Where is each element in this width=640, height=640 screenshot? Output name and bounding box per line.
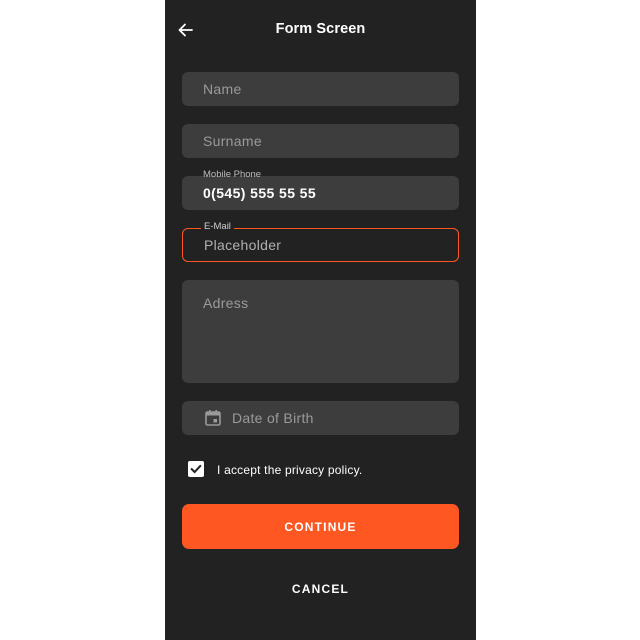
calendar-icon <box>205 410 221 426</box>
mobile-phone-field[interactable]: Mobile Phone 0(545) 555 55 55 <box>182 169 459 210</box>
checkmark-icon <box>190 464 202 474</box>
surname-field[interactable]: Surname <box>182 124 459 158</box>
name-field[interactable]: Name <box>182 72 459 106</box>
privacy-checkbox[interactable] <box>188 461 204 477</box>
privacy-label: I accept the privacy policy. <box>217 463 363 477</box>
email-field[interactable]: E-Mail Placeholder <box>182 221 459 262</box>
date-of-birth-field[interactable]: Date of Birth <box>182 401 459 435</box>
name-placeholder: Name <box>203 81 242 97</box>
mobile-phone-value: 0(545) 555 55 55 <box>203 185 317 201</box>
form-screen: Form Screen Name Surname Mobile Phone 0(… <box>165 0 476 640</box>
surname-placeholder: Surname <box>203 133 262 149</box>
email-placeholder: Placeholder <box>204 237 282 253</box>
address-placeholder: Adress <box>203 295 249 311</box>
app-bar: Form Screen <box>165 0 476 60</box>
address-field[interactable]: Adress <box>182 280 459 383</box>
date-of-birth-placeholder: Date of Birth <box>232 410 314 426</box>
mobile-phone-label: Mobile Phone <box>203 169 262 180</box>
email-label: E-Mail <box>201 221 234 232</box>
continue-button[interactable]: CONTINUE <box>182 504 459 549</box>
page-title: Form Screen <box>275 21 366 37</box>
cancel-button[interactable]: CANCEL <box>182 572 459 606</box>
